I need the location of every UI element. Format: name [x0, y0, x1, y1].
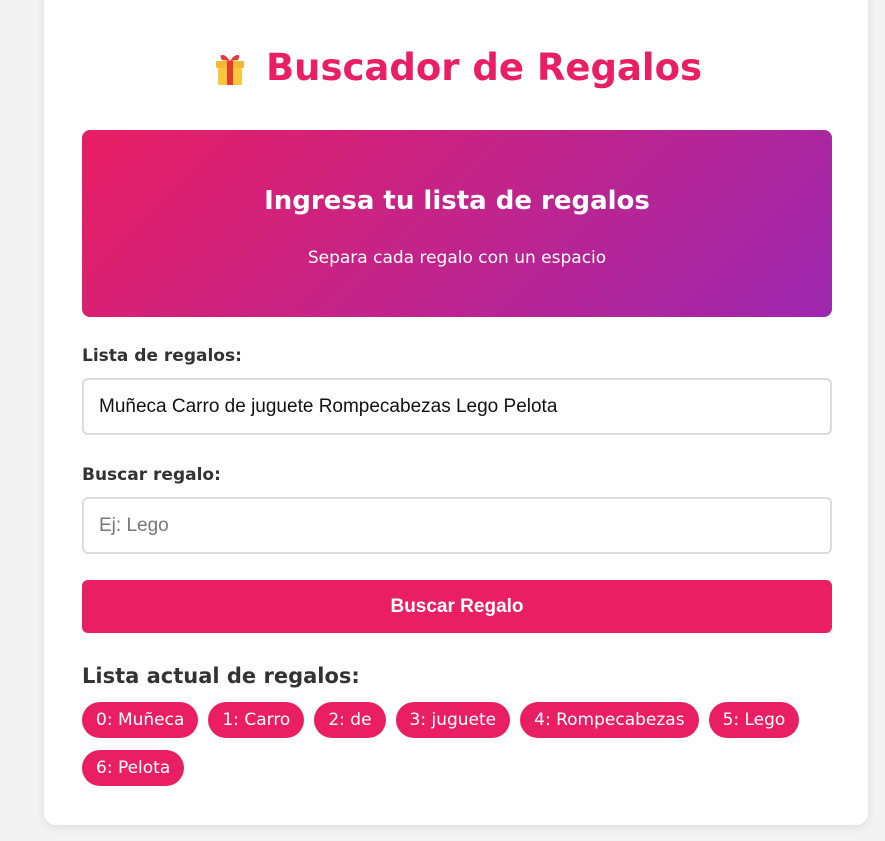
- search-gift-label: Buscar regalo:: [82, 465, 221, 485]
- gift-list-input[interactable]: [82, 378, 832, 435]
- header: Buscador de Regalos: [44, 46, 868, 89]
- gift-tag: 4: Rompecabezas: [520, 702, 699, 738]
- banner-subtitle: Separa cada regalo con un espacio: [307, 248, 607, 268]
- gift-tag: 3: juguete: [395, 702, 511, 738]
- search-gift-button[interactable]: Buscar Regalo: [82, 580, 832, 633]
- instructions-banner: Ingresa tu lista de regalos Separa cada …: [82, 130, 832, 317]
- search-gift-input[interactable]: [82, 497, 832, 554]
- banner-title: Ingresa tu lista de regalos: [264, 186, 650, 216]
- gift-tag: 1: Carro: [208, 702, 305, 738]
- gift-tag: 5: Lego: [708, 702, 800, 738]
- main-card: Buscador de Regalos Ingresa tu lista de …: [44, 0, 868, 825]
- current-list-heading: Lista actual de regalos:: [82, 664, 360, 688]
- gift-tag: 2: de: [314, 702, 386, 738]
- gift-tag: 6: Pelota: [82, 750, 185, 786]
- page-title: Buscador de Regalos: [265, 46, 703, 89]
- gift-tags-list: 0: Muñeca 1: Carro 2: de 3: juguete 4: R…: [82, 702, 842, 786]
- gift-list-label: Lista de regalos:: [82, 346, 242, 366]
- gift-tag: 0: Muñeca: [82, 702, 199, 738]
- gift-icon: [210, 48, 250, 88]
